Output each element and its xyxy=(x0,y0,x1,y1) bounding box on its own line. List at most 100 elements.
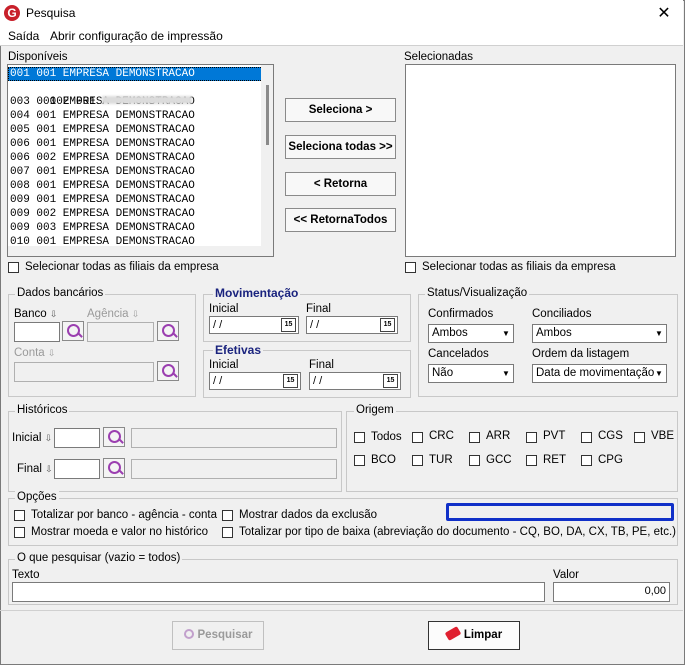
bank-label: Banco ⇩ xyxy=(14,308,58,320)
clear-button-label: Limpar xyxy=(463,629,503,641)
origin-pvt-label: PVT xyxy=(543,430,566,442)
history-initial-search-icon[interactable] xyxy=(103,427,125,447)
movement-initial-label: Inicial xyxy=(209,303,239,315)
origin-crc-label: CRC xyxy=(429,430,454,442)
select-all-button[interactable]: Seleciona todas >> xyxy=(285,135,396,159)
origin-cpg-checkbox[interactable] xyxy=(581,455,592,466)
origin-pvt-checkbox[interactable] xyxy=(526,432,537,443)
cancelled-select[interactable]: Não ▼ xyxy=(428,364,514,383)
return-button[interactable]: < Retorna xyxy=(285,172,396,196)
list-item[interactable]: 001 001 EMPRESA DEMONSTRACAO xyxy=(8,67,263,81)
menu-item-exit[interactable]: Saída xyxy=(8,29,39,43)
bank-search-icon[interactable] xyxy=(62,321,84,341)
available-list[interactable]: 001 001 EMPRESA DEMONSTRACAO 002 001 003… xyxy=(7,64,274,257)
origin-vbe-checkbox[interactable] xyxy=(634,432,645,443)
effective-initial-label: Inicial xyxy=(209,359,239,371)
chevron-down-icon[interactable]: ▼ xyxy=(652,325,666,342)
account-search-icon[interactable] xyxy=(157,361,179,381)
available-select-all-checkbox[interactable] xyxy=(8,262,19,273)
confirmed-label: Confirmados xyxy=(428,308,494,320)
origin-cgs-checkbox[interactable] xyxy=(581,432,592,443)
menu-item-print-config[interactable]: Abrir configuração de impressão xyxy=(50,29,223,43)
history-initial-description xyxy=(131,428,337,448)
sort-icon: ⇩ xyxy=(44,433,53,443)
window-title: Pesquisa xyxy=(26,6,76,20)
sort-icon: ⇩ xyxy=(131,309,140,319)
history-final-input[interactable] xyxy=(54,459,100,479)
list-item[interactable]: 008 001 EMPRESA DEMONSTRACAO xyxy=(8,179,263,193)
agency-input[interactable] xyxy=(87,322,154,342)
list-item[interactable]: 005 001 EMPRESA DEMONSTRACAO xyxy=(8,123,263,137)
origin-tur-checkbox[interactable] xyxy=(412,455,423,466)
order-label: Ordem da listagem xyxy=(532,348,630,360)
list-item[interactable]: 009 001 EMPRESA DEMONSTRACAO xyxy=(8,193,263,207)
reconciled-label: Conciliados xyxy=(532,308,592,320)
origin-ret-label: RET xyxy=(543,454,566,466)
eraser-icon xyxy=(444,626,462,641)
list-item[interactable]: 006 001 EMPRESA DEMONSTRACAO xyxy=(8,137,263,151)
origin-arr-label: ARR xyxy=(486,430,511,442)
history-initial-input[interactable] xyxy=(54,428,100,448)
confirmed-select[interactable]: Ambos ▼ xyxy=(428,324,514,343)
option-total-type-checkbox[interactable] xyxy=(222,527,233,538)
origin-cpg-label: CPG xyxy=(598,454,623,466)
bank-input[interactable] xyxy=(14,322,60,342)
calendar-icon[interactable]: 15 xyxy=(281,318,296,332)
horizontal-scrollbar[interactable] xyxy=(8,246,273,256)
history-initial-label: Inicial ⇩ xyxy=(12,432,53,444)
search-button[interactable]: Pesquisar xyxy=(172,621,264,650)
option-total-bank-checkbox[interactable] xyxy=(14,510,25,521)
history-final-label: Final ⇩ xyxy=(17,463,53,475)
footer-divider xyxy=(0,610,683,611)
history-final-search-icon[interactable] xyxy=(103,458,125,478)
close-icon[interactable]: ✕ xyxy=(653,3,675,23)
bank-group-title: Dados bancários xyxy=(15,287,106,299)
selected-label: Selecionadas xyxy=(404,51,474,63)
list-item[interactable]: 009 002 EMPRESA DEMONSTRACAO xyxy=(8,207,263,221)
cancelled-label: Cancelados xyxy=(428,348,489,360)
selected-list[interactable] xyxy=(405,64,676,257)
text-input[interactable] xyxy=(12,582,545,602)
clear-button[interactable]: Limpar xyxy=(428,621,520,650)
origin-ret-checkbox[interactable] xyxy=(526,455,537,466)
calendar-icon[interactable]: 15 xyxy=(383,374,398,388)
list-item[interactable]: 004 001 EMPRESA DEMONSTRACAO xyxy=(8,109,263,123)
effective-final-label: Final xyxy=(309,359,334,371)
highlight-box xyxy=(446,503,674,521)
reconciled-select[interactable]: Ambos ▼ xyxy=(532,324,667,343)
sort-icon: ⇩ xyxy=(49,309,58,319)
origin-bco-checkbox[interactable] xyxy=(354,455,365,466)
calendar-icon[interactable]: 15 xyxy=(283,374,298,388)
chevron-down-icon[interactable]: ▼ xyxy=(652,365,666,382)
list-item[interactable]: 002 001 xyxy=(8,81,263,108)
calendar-icon[interactable]: 15 xyxy=(380,318,395,332)
origin-todos-checkbox[interactable] xyxy=(354,432,365,443)
agency-search-icon[interactable] xyxy=(157,321,179,341)
list-item[interactable]: 006 002 EMPRESA DEMONSTRACAO xyxy=(8,151,263,165)
option-show-currency-checkbox[interactable] xyxy=(14,527,25,538)
vertical-scrollbar[interactable] xyxy=(261,65,273,256)
option-show-deletion-checkbox[interactable] xyxy=(222,510,233,521)
list-item[interactable]: 009 003 EMPRESA DEMONSTRACAO xyxy=(8,221,263,235)
selected-select-all-checkbox[interactable] xyxy=(405,262,416,273)
chevron-down-icon[interactable]: ▼ xyxy=(499,365,513,382)
account-input[interactable] xyxy=(14,362,154,382)
option-show-deletion-label: Mostrar dados da exclusão xyxy=(239,509,378,521)
return-all-button[interactable]: << RetornaTodos xyxy=(285,208,396,232)
origin-cgs-label: CGS xyxy=(598,430,623,442)
status-group-title: Status/Visualização xyxy=(425,287,530,299)
option-show-currency-label: Mostrar moeda e valor no histórico xyxy=(31,526,209,538)
selected-select-all-label: Selecionar todas as filiais da empresa xyxy=(422,261,616,273)
origin-gcc-checkbox[interactable] xyxy=(469,455,480,466)
order-select[interactable]: Data de movimentação ▼ xyxy=(532,364,667,383)
origin-crc-checkbox[interactable] xyxy=(412,432,423,443)
origin-group xyxy=(346,411,678,492)
list-item[interactable]: 007 001 EMPRESA DEMONSTRACAO xyxy=(8,165,263,179)
origin-arr-checkbox[interactable] xyxy=(469,432,480,443)
origin-group-title: Origem xyxy=(354,404,396,416)
scrollbar-thumb[interactable] xyxy=(266,85,269,145)
history-group-title: Históricos xyxy=(15,404,70,416)
chevron-down-icon[interactable]: ▼ xyxy=(499,325,513,342)
select-button[interactable]: Seleciona > xyxy=(285,98,396,122)
value-input[interactable]: 0,00 xyxy=(553,582,670,602)
